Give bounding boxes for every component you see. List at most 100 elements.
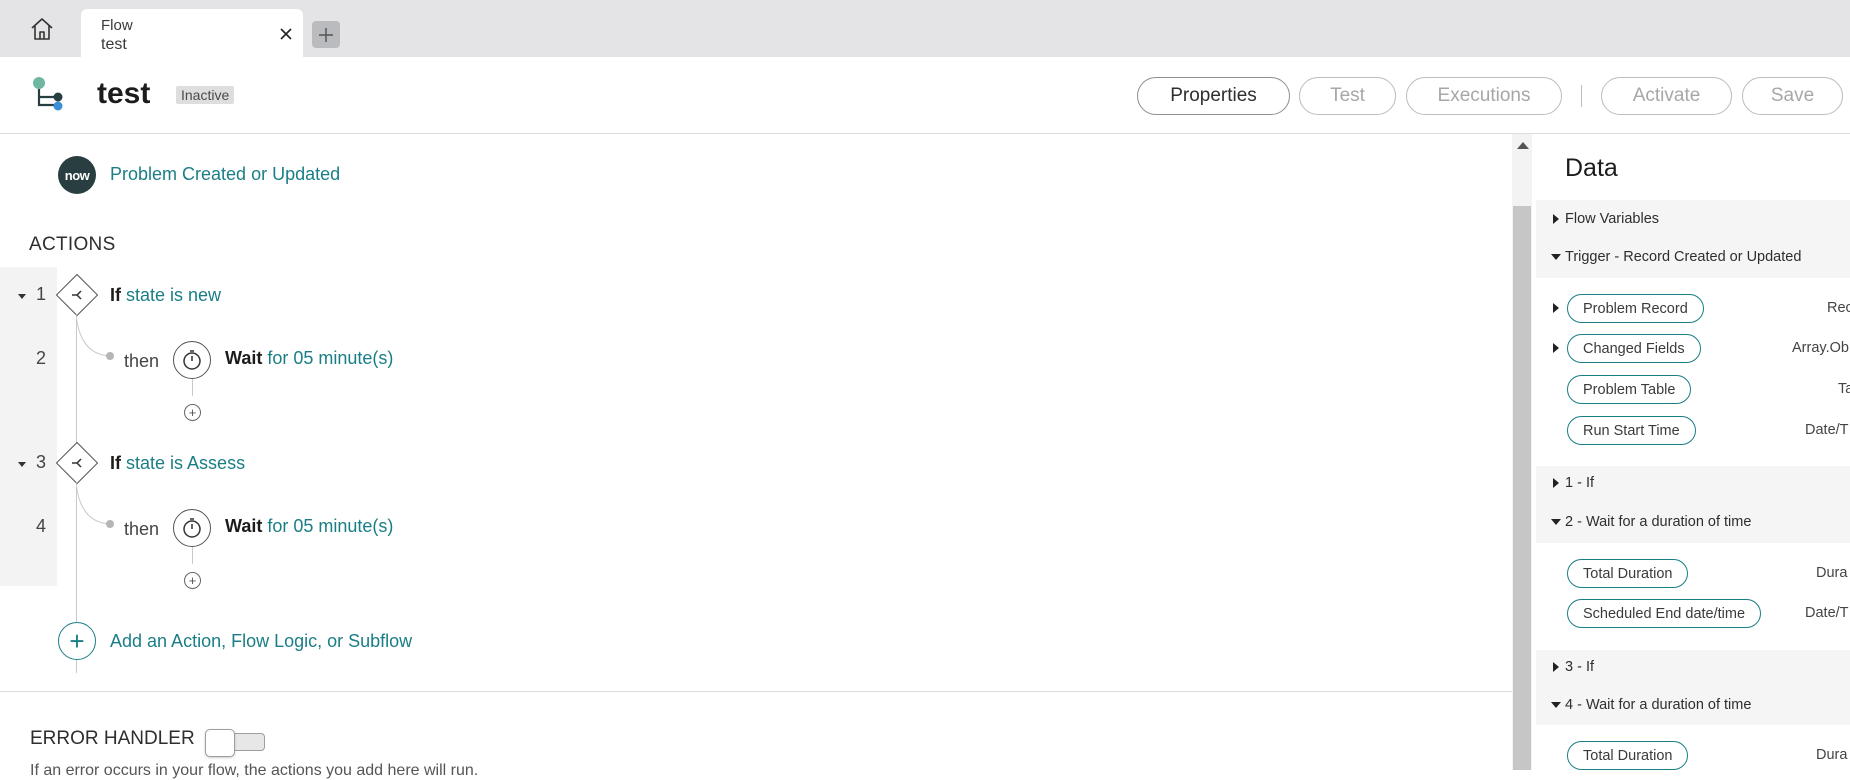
step-keyword: Wait	[225, 516, 263, 536]
actions-heading: ACTIONS	[29, 234, 116, 255]
add-step-button[interactable]: +	[184, 572, 201, 589]
step-number: 3	[36, 452, 47, 472]
expand-caret-icon	[1553, 478, 1559, 488]
data-pill[interactable]: Changed Fields	[1567, 334, 1701, 363]
save-button[interactable]: Save	[1742, 77, 1843, 115]
step-keyword: Wait	[225, 348, 263, 368]
step-3-label[interactable]: If state is Assess	[110, 453, 245, 474]
expand-caret-icon[interactable]	[1553, 343, 1559, 353]
data-pill-type: Rec	[1827, 300, 1850, 316]
tab-flow-test[interactable]: Flow test	[81, 9, 303, 57]
servicenow-trigger-icon: now	[58, 156, 96, 194]
add-step-button[interactable]: +	[184, 404, 201, 421]
flow-designer-logo-icon	[33, 77, 63, 111]
collapse-caret-icon	[1551, 519, 1561, 525]
data-pill[interactable]: Run Start Time	[1567, 416, 1696, 445]
step4-data-pills: Total Duration Dura	[1536, 725, 1850, 770]
data-pill-row[interactable]: Problem Record Rec	[1536, 288, 1850, 328]
data-pill-type: Ta	[1838, 381, 1850, 397]
collapse-step-3-toggle[interactable]	[18, 462, 26, 467]
data-panel-title: Data	[1565, 154, 1618, 182]
scroll-thumb[interactable]	[1513, 206, 1531, 770]
data-pill-row[interactable]: Changed Fields Array.Ob	[1536, 328, 1850, 368]
expand-caret-icon[interactable]	[1553, 303, 1559, 313]
data-pill-type: Date/T	[1805, 422, 1849, 438]
test-button[interactable]: Test	[1299, 77, 1396, 115]
data-pill[interactable]: Problem Record	[1567, 294, 1704, 323]
home-icon	[31, 18, 53, 40]
data-pill-row[interactable]: Scheduled End date/time Date/T	[1536, 593, 1850, 633]
tab-name-label: test	[101, 36, 127, 53]
activate-button[interactable]: Activate	[1601, 77, 1732, 115]
new-tab-button[interactable]	[312, 21, 340, 48]
page-title: test	[97, 77, 151, 110]
data-pill[interactable]: Scheduled End date/time	[1567, 599, 1762, 628]
scroll-up-arrow-icon[interactable]	[1517, 142, 1529, 149]
data-pill[interactable]: Total Duration	[1567, 741, 1689, 770]
then-label: then	[124, 519, 160, 539]
add-action-link[interactable]: Add an Action, Flow Logic, or Subflow	[110, 631, 412, 652]
trigger-label[interactable]: Problem Created or Updated	[110, 164, 340, 185]
data-pill[interactable]: Problem Table	[1567, 375, 1692, 404]
branch-icon	[58, 444, 96, 482]
data-pill-row[interactable]: Problem Table Ta	[1536, 369, 1850, 409]
step-keyword: If	[110, 453, 121, 473]
step-condition: state is new	[126, 285, 222, 305]
data-pill-type: Date/T	[1805, 605, 1849, 621]
home-button[interactable]	[24, 12, 60, 46]
tab-bar: Flow test	[0, 0, 1850, 57]
section-label: Trigger - Record Created or Updated	[1565, 249, 1802, 265]
collapse-step-1-toggle[interactable]	[18, 294, 26, 299]
data-pill[interactable]: Total Duration	[1567, 559, 1689, 588]
section-step-3[interactable]: 3 - If	[1536, 650, 1850, 686]
then-label: then	[124, 351, 160, 371]
section-step-2[interactable]: 2 - Wait for a duration of time	[1536, 505, 1850, 541]
section-step-1[interactable]: 1 - If	[1536, 466, 1850, 502]
section-label: 3 - If	[1565, 659, 1595, 675]
step-condition: state is Assess	[126, 453, 246, 473]
section-step-4[interactable]: 4 - Wait for a duration of time	[1536, 688, 1850, 724]
data-pill-type: Dura	[1816, 565, 1848, 581]
toggle-knob	[205, 729, 235, 757]
branch-icon	[58, 276, 96, 314]
section-label: 2 - Wait for a duration of time	[1565, 514, 1752, 530]
properties-button[interactable]: Properties	[1137, 77, 1290, 115]
executions-button[interactable]: Executions	[1406, 77, 1562, 115]
step-number: 2	[36, 348, 47, 368]
data-pill-row[interactable]: Run Start Time Date/T	[1536, 410, 1850, 450]
section-trigger[interactable]: Trigger - Record Created or Updated	[1536, 240, 1850, 276]
step-detail: for 05 minute(s)	[267, 516, 394, 536]
expand-caret-icon	[1553, 214, 1559, 224]
step2-data-pills: Total Duration Dura Scheduled End date/t…	[1536, 543, 1850, 650]
tab-type-label: Flow	[101, 17, 133, 34]
step-number: 1	[36, 284, 47, 304]
data-panel: Data Flow Variables Trigger - Record Cre…	[1536, 134, 1850, 770]
step-keyword: If	[110, 285, 121, 305]
header-divider	[1581, 85, 1582, 107]
canvas-scrollbar[interactable]	[1512, 134, 1532, 770]
error-handler-toggle[interactable]	[205, 729, 267, 757]
timer-icon	[173, 341, 211, 379]
section-divider	[0, 691, 1512, 692]
add-action-button[interactable]: +	[58, 622, 96, 660]
section-label: 1 - If	[1565, 475, 1595, 491]
expand-caret-icon	[1553, 662, 1559, 672]
section-flow-variables[interactable]: Flow Variables	[1536, 202, 1850, 238]
step-4-label[interactable]: Wait for 05 minute(s)	[225, 516, 393, 537]
trigger-data-pills: Problem Record Rec Changed Fields Array.…	[1536, 278, 1850, 466]
data-pill-type: Dura	[1816, 747, 1848, 763]
error-handler-heading: ERROR HANDLER	[30, 728, 195, 749]
step-2-label[interactable]: Wait for 05 minute(s)	[225, 348, 393, 369]
step-number: 4	[36, 516, 47, 536]
close-tab-button[interactable]	[277, 25, 295, 43]
data-pill-row[interactable]: Total Duration Dura	[1536, 735, 1850, 770]
step-1-label[interactable]: If state is new	[110, 285, 221, 306]
error-handler-description: If an error occurs in your flow, the act…	[30, 762, 479, 779]
data-pill-row[interactable]: Total Duration Dura	[1536, 553, 1850, 593]
step-gutter-block-2	[0, 436, 57, 586]
step-gutter-block-1	[0, 267, 57, 436]
status-badge: Inactive	[176, 86, 235, 104]
section-label: Flow Variables	[1565, 211, 1660, 227]
flow-canvas: now Problem Created or Updated ACTIONS 1…	[0, 134, 1512, 779]
step-detail: for 05 minute(s)	[267, 348, 394, 368]
